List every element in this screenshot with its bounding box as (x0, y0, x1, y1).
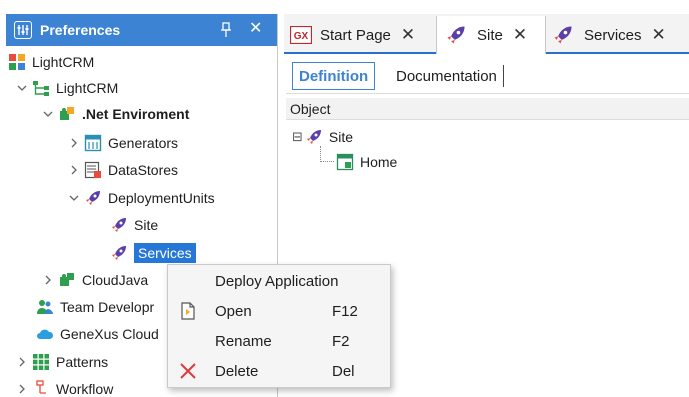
rocket-icon (110, 216, 128, 234)
puzzle-icon (58, 105, 76, 123)
close-icon[interactable]: ✕ (401, 25, 415, 45)
document-tabbar: GX Start Page ✕ Site ✕ Services ✕ (284, 14, 689, 54)
tree-item-lightcrm-root[interactable]: LightCRM (8, 49, 94, 75)
tree-item-patterns[interactable]: Patterns (16, 349, 108, 375)
tree-item-site[interactable]: Site (110, 212, 158, 238)
subtab-definition[interactable]: Definition (292, 62, 376, 90)
preferences-close-button[interactable]: ✕ (249, 20, 262, 38)
rocket-icon (305, 128, 323, 146)
object-column-header: Object (286, 98, 689, 120)
tree-item-label: Team Developr (60, 299, 155, 315)
tab-label: Start Page (320, 26, 391, 44)
chevron-right-icon[interactable] (16, 356, 28, 368)
genexus-icon: GX (289, 25, 313, 45)
tree-item-net-environment[interactable]: .Net Enviroment (42, 101, 189, 127)
datastore-icon (84, 161, 102, 179)
tree-item-label: Site (134, 217, 159, 233)
menu-item-label: Deploy Application (215, 272, 339, 290)
tree-item-label: DeploymentUnits (108, 190, 215, 206)
chevron-down-icon[interactable] (42, 108, 54, 120)
tree-item-workflow[interactable]: Workflow (16, 376, 113, 397)
svg-text:GX: GX (294, 31, 309, 42)
tree-item-label: DataStores (108, 162, 179, 178)
tree-item-label: LightCRM (56, 80, 119, 96)
tab-site[interactable]: Site ✕ (436, 16, 546, 54)
chevron-down-icon[interactable] (68, 192, 80, 204)
pin-icon[interactable] (220, 22, 234, 38)
tab-start-page[interactable]: GX Start Page ✕ (289, 16, 434, 54)
subtab-label: Documentation (396, 67, 497, 85)
chevron-right-icon[interactable] (42, 274, 54, 286)
webpanel-icon (336, 153, 354, 171)
tree-item-deploymentunits[interactable]: DeploymentUnits (68, 185, 215, 211)
chevron-down-icon[interactable] (16, 82, 28, 94)
chevron-right-icon[interactable] (68, 137, 80, 149)
object-tree-item-site[interactable]: ⊟ Site (292, 126, 353, 148)
subtab-label: Definition (299, 67, 369, 85)
hierarchy-icon (32, 79, 50, 97)
tree-item-label: .Net Enviroment (82, 106, 190, 122)
context-menu: Deploy Application Open F12 Rename F2 De… (167, 264, 391, 388)
editor-subtabs: Definition Documentation (286, 58, 689, 94)
tree-item-genexus-cloud[interactable]: GeneXus Cloud (36, 321, 159, 347)
menu-item-label: Delete (215, 362, 259, 380)
cloud-icon (36, 325, 54, 343)
team-icon (36, 298, 54, 316)
tab-services[interactable]: Services ✕ (552, 16, 689, 54)
preferences-header: Preferences ✕ (6, 14, 277, 46)
generator-icon (84, 134, 102, 152)
menu-item-deploy-application[interactable]: Deploy Application (168, 266, 390, 296)
tree-item-label: Generators (108, 135, 179, 151)
rocket-icon (552, 24, 574, 46)
menu-item-shortcut: Del (332, 362, 355, 380)
rocket-icon (84, 189, 102, 207)
menu-item-label: Rename (215, 332, 272, 350)
tree-item-datastores[interactable]: DataStores (68, 157, 178, 183)
puzzle-icon (58, 271, 76, 289)
rocket-icon (110, 244, 128, 262)
subtab-documentation[interactable]: Documentation (396, 65, 504, 87)
workflow-icon (32, 380, 50, 397)
tree-item-label: CloudJava (82, 272, 149, 288)
tree-item-lightcrm-model[interactable]: LightCRM (16, 75, 118, 101)
menu-item-rename[interactable]: Rename F2 (168, 326, 390, 356)
object-tree-label: Home (360, 154, 398, 170)
menu-item-open[interactable]: Open F12 (168, 296, 390, 326)
menu-item-shortcut: F2 (332, 332, 350, 350)
tab-label: Services (584, 26, 642, 44)
menu-item-delete[interactable]: Delete Del (168, 356, 390, 386)
patterns-icon (32, 353, 50, 371)
tree-item-generators[interactable]: Generators (68, 130, 178, 156)
chevron-right-icon[interactable] (16, 383, 28, 395)
delete-icon (178, 361, 198, 381)
tree-item-team-development[interactable]: Team Developr (36, 294, 154, 320)
close-icon[interactable]: ✕ (513, 25, 527, 45)
rocket-icon (445, 24, 467, 46)
object-tree-label: Site (328, 129, 354, 145)
menu-item-shortcut: F12 (332, 302, 358, 320)
tree-item-label: Services (134, 243, 196, 263)
close-icon[interactable]: ✕ (652, 25, 666, 45)
preferences-icon (14, 21, 32, 39)
preferences-title: Preferences (40, 22, 121, 38)
chevron-right-icon[interactable] (68, 164, 80, 176)
object-tree-item-home[interactable]: Home (336, 151, 397, 173)
tree-item-cloudjava[interactable]: CloudJava (42, 267, 148, 293)
tree-item-label: LightCRM (32, 54, 95, 70)
open-icon (178, 301, 198, 321)
tree-connector-line (320, 146, 334, 162)
collapse-icon[interactable]: ⊟ (292, 129, 303, 145)
tree-item-label: Workflow (56, 381, 114, 397)
tree-item-label: GeneXus Cloud (60, 326, 159, 342)
tree-item-label: Patterns (56, 354, 109, 370)
tab-label: Site (477, 26, 503, 44)
tree-item-services[interactable]: Services (110, 240, 196, 266)
cube-icon (8, 53, 26, 71)
menu-item-label: Open (215, 302, 252, 320)
